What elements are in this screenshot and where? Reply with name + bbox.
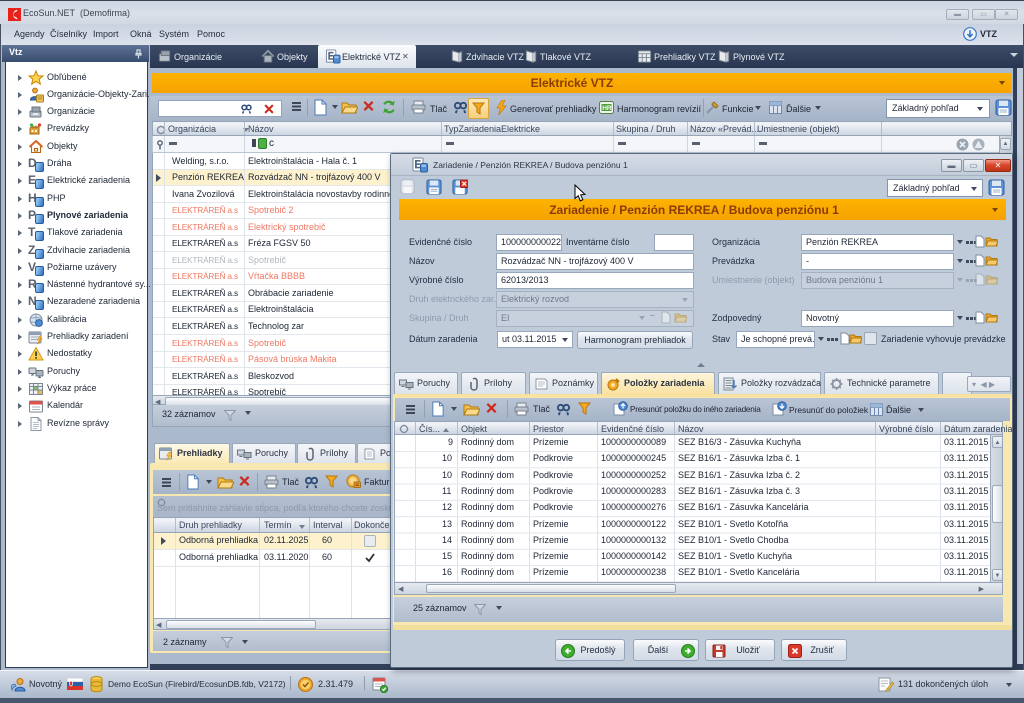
svg-text:HR: HR <box>602 105 612 112</box>
